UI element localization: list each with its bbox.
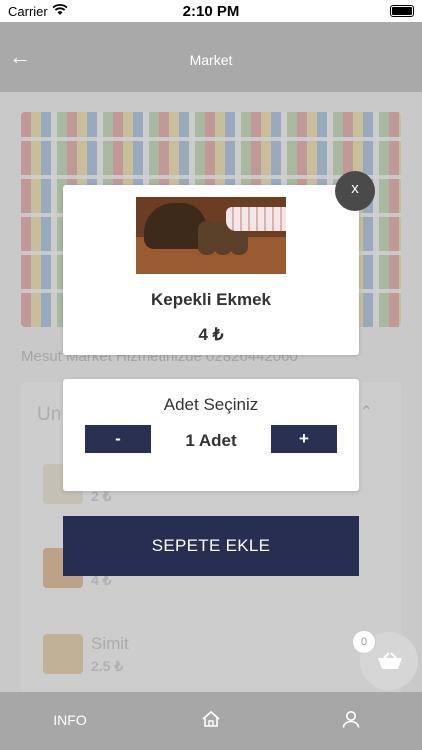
cart-count-badge: 0 [352, 630, 376, 654]
bottom-tab-bar: INFO [0, 692, 422, 750]
tab-profile[interactable] [331, 692, 371, 750]
add-to-cart-button[interactable]: SEPETE EKLE [63, 516, 359, 576]
status-bar: Carrier 2:10 PM [0, 0, 422, 22]
tab-info-label: INFO [53, 712, 87, 728]
clock: 2:10 PM [182, 3, 240, 20]
increase-button[interactable]: + [271, 425, 337, 453]
product-image [136, 197, 286, 274]
quantity-popup: Adet Seçiniz - 1 Adet + [63, 379, 359, 491]
tab-info[interactable]: INFO [40, 692, 100, 750]
product-popup: Kepekli Ekmek 4 ₺ [63, 185, 359, 355]
app-header: ← Market [0, 22, 422, 92]
page-title: Market [189, 52, 233, 68]
tab-home[interactable] [191, 692, 231, 750]
battery-icon [390, 5, 414, 17]
close-button[interactable]: x [335, 171, 375, 211]
product-name: Kepekli Ekmek [150, 290, 271, 309]
basket-icon [377, 652, 403, 670]
product-price: 4 ₺ [198, 325, 224, 344]
quantity-title: Adet Seçiniz [163, 395, 259, 414]
